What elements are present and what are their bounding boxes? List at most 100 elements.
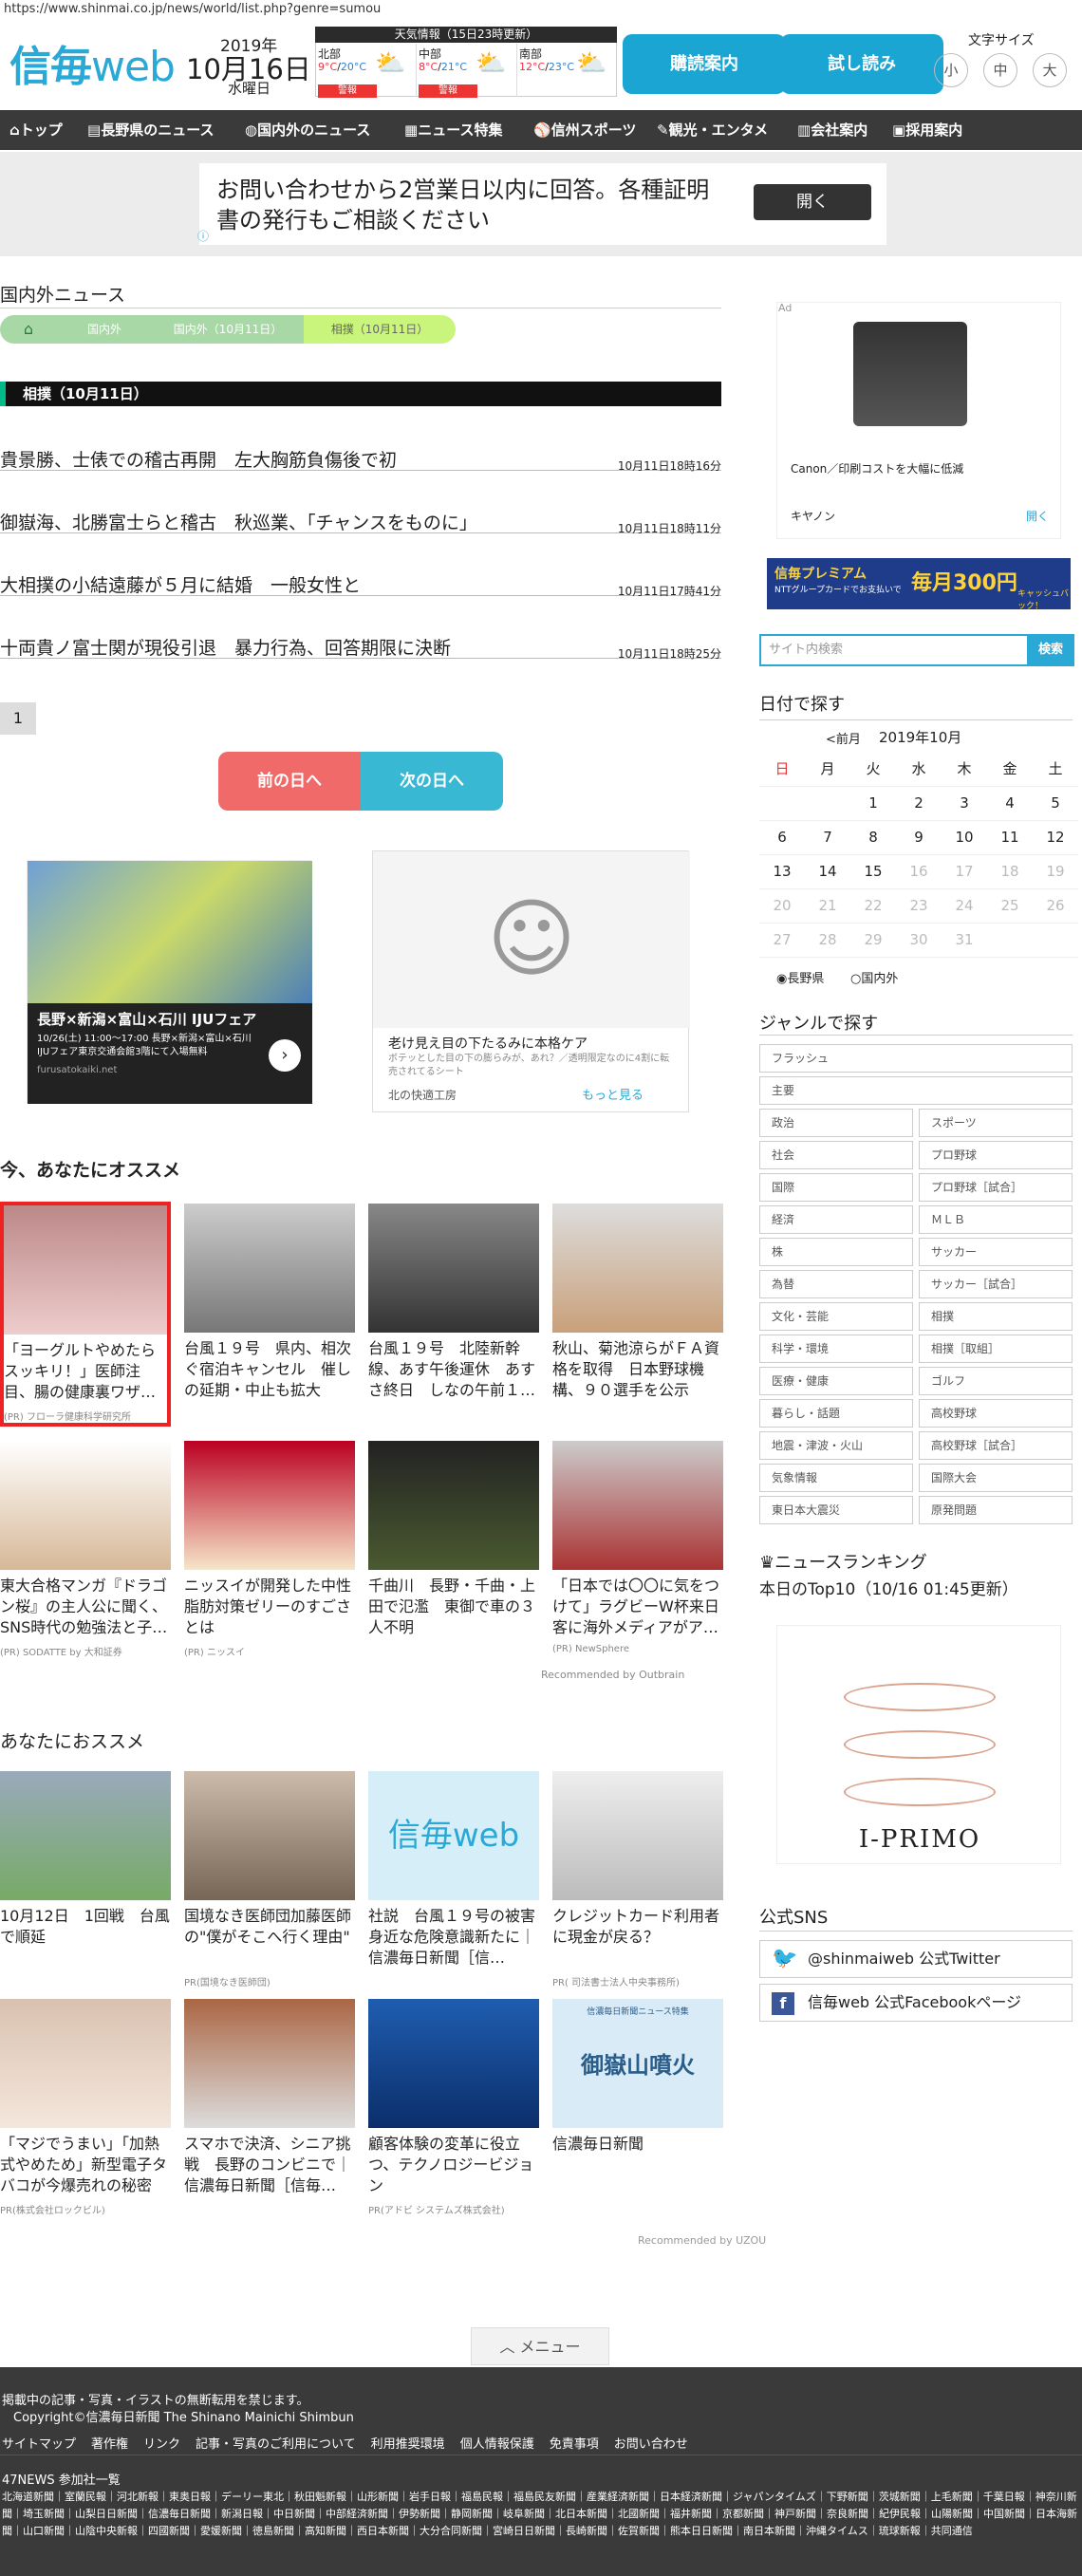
breadcrumb-world-date[interactable]: 国内外（10月11日） [152, 315, 304, 344]
genre-item[interactable]: 相撲［取組］ [919, 1335, 1073, 1363]
calendar-day[interactable]: 14 [805, 854, 850, 889]
recommend2-card[interactable]: 信濃毎日新聞ニュース特集 御嶽山噴火 信濃毎日新聞 [552, 1999, 723, 2200]
genre-item[interactable]: フラッシュ [759, 1044, 1073, 1073]
genre-item[interactable]: プロ野球 [919, 1141, 1073, 1169]
calendar-day[interactable]: 10 [942, 820, 987, 855]
nav-nagano-news[interactable]: ▤長野県のニュース [87, 110, 214, 150]
footer-link[interactable]: 利用推奨環境 [371, 2437, 445, 2452]
adchoices-icon[interactable]: ⓘ [197, 228, 209, 244]
ad-face-care[interactable]: ☺ 老け見え目の下たるみに本格ケア ボテッとした目の下の膨らみが、あれ？／透明限… [372, 850, 690, 1112]
ranking-ad[interactable]: I-PRIMO [776, 1625, 1061, 1864]
genre-item[interactable]: 原発問題 [919, 1496, 1073, 1524]
side-ad-open[interactable]: 開く [1026, 508, 1049, 524]
recommend2-card[interactable]: 10月12日 1回戦 台風で順延 [0, 1771, 171, 1972]
calendar-day[interactable]: 5 [1033, 786, 1078, 821]
footer-link[interactable]: リンク [143, 2437, 180, 2452]
search-input[interactable]: サイト内検索 [759, 634, 1029, 666]
genre-item[interactable]: プロ野球［試合］ [919, 1173, 1073, 1202]
genre-item[interactable]: 暮らし・話題 [759, 1399, 913, 1428]
font-medium-button[interactable]: 中 [983, 53, 1017, 87]
search-button[interactable]: 検索 [1027, 634, 1074, 666]
calendar-day[interactable]: 6 [759, 820, 805, 855]
side-ad-premium[interactable]: 信毎プレミアム NTTグループカードでお支払いで 毎月300円 キャッシュバック… [767, 558, 1071, 611]
genre-item[interactable]: 政治 [759, 1109, 913, 1137]
calendar-day[interactable]: 1 [850, 786, 896, 821]
facebook-link[interactable]: f 信毎web 公式Facebookページ [759, 1984, 1073, 2022]
ad-more-link[interactable]: もっと見る [582, 1085, 644, 1103]
recommend-card[interactable]: 秋山、菊池涼らがＦＡ資格を取得 日本野球機構、９０選手を公示 [552, 1204, 723, 1405]
prev-day-button[interactable]: 前の日へ [218, 752, 361, 811]
genre-item[interactable]: スポーツ [919, 1109, 1073, 1137]
nav-sports[interactable]: ⚾信州スポーツ [533, 110, 636, 150]
genre-item[interactable]: 株 [759, 1238, 913, 1266]
nav-recruit[interactable]: ▣採用案内 [892, 110, 962, 150]
nav-tourism[interactable]: ✎観光・エンタメ [657, 110, 768, 150]
recommend-card[interactable]: 台風１９号 県内、相次ぐ宿泊キャンセル 催しの延期・中止も拡大 [184, 1204, 355, 1405]
genre-item[interactable]: ＭＬＢ [919, 1205, 1073, 1234]
genre-item[interactable]: 相撲 [919, 1302, 1073, 1331]
nav-features[interactable]: ▦ニュース特集 [404, 110, 502, 150]
uzou-credit[interactable]: Recommended by UZOU [638, 2234, 766, 2247]
genre-item[interactable]: 経済 [759, 1205, 913, 1234]
genre-item[interactable]: ゴルフ [919, 1367, 1073, 1395]
genre-item[interactable]: 科学・環境 [759, 1335, 913, 1363]
genre-item[interactable]: サッカー [919, 1238, 1073, 1266]
recommend-card[interactable]: 「ヨーグルトやめたらスッキリ！」医師注目、腸の健康裏ワザ… (PR) フローラ健… [0, 1202, 171, 1427]
menu-button[interactable]: ︿ メニュー [471, 2327, 609, 2365]
next-day-button[interactable]: 次の日へ [361, 752, 503, 811]
footer-link[interactable]: 記事・写真のご利用について [196, 2437, 356, 2452]
genre-item[interactable]: 気象情報 [759, 1464, 913, 1492]
calendar-radio-nagano[interactable]: ◉長野県 [776, 968, 824, 986]
calendar-day[interactable]: 19 [1033, 854, 1078, 889]
page-number[interactable]: 1 [0, 702, 36, 735]
side-ad-canon[interactable]: Canon／印刷コストを大幅に低減 キヤノン 開く [776, 302, 1061, 539]
nav-world-news[interactable]: ◍国内外のニュース [245, 110, 370, 150]
calendar-day[interactable]: 17 [942, 854, 987, 889]
top-ad-open-button[interactable]: 開く [754, 184, 871, 220]
recommend2-card[interactable]: スマホで決済、シニア挑戦 長野のコンビニで｜信濃毎日新聞［信毎… [184, 1999, 355, 2200]
site-logo[interactable]: 信毎web [9, 32, 176, 93]
ad-iju-fair[interactable]: 長野×新潟×富山×石川 IJUフェア 10/26(土) 11:00〜17:00 … [27, 860, 312, 1104]
partner-papers[interactable]: 北海道新聞｜室蘭民報｜河北新報｜東奥日報｜デーリー東北｜秋田魁新報｜山形新聞｜岩… [2, 2489, 1080, 2540]
recommend2-card[interactable]: 信毎web 社説 台風１９号の被害 身近な危険意識新たに｜信濃毎日新聞［信… [368, 1771, 539, 1972]
calendar-day[interactable]: 8 [850, 820, 896, 855]
genre-item[interactable]: 地震・津波・火山 [759, 1431, 913, 1460]
nav-top[interactable]: ⌂トップ [9, 110, 63, 150]
article-item[interactable]: 十両貴ノ富士関が現役引退 暴力行為、回答期限に決断 10月11日18時25分 [0, 634, 721, 661]
outbrain-credit[interactable]: Recommended by Outbrain [541, 1669, 684, 1681]
font-small-button[interactable]: 小 [934, 53, 968, 87]
recommend2-card[interactable]: クレジットカード利用者に現金が戻る？ PR( 司法書士法人中央事務所) [552, 1771, 723, 1988]
genre-item[interactable]: 社会 [759, 1141, 913, 1169]
calendar-radio-world[interactable]: ○国内外 [850, 968, 898, 986]
recommend-card[interactable]: 東大合格マンガ『ドラゴン桜』の主人公に聞く、SNS時代の勉強法と子… (PR) … [0, 1441, 171, 1658]
calendar-prev-month[interactable]: <前月 [826, 729, 861, 747]
trial-button[interactable]: 試し読み [780, 34, 943, 94]
twitter-link[interactable]: 🐦 @shinmaiweb 公式Twitter [759, 1940, 1073, 1978]
calendar-day[interactable]: 12 [1033, 820, 1078, 855]
recommend-card[interactable]: 台風１９号 北陸新幹線、あす午後運休 あすさ終日 しなの午前１… [368, 1204, 539, 1405]
recommend-card[interactable]: ニッスイが開発した中性脂肪対策ゼリーのすごさとは (PR) ニッスイ [184, 1441, 355, 1658]
weather-north[interactable]: 北部 9°C/20°C ⛅ 警報 [316, 44, 417, 98]
genre-item[interactable]: 医療・健康 [759, 1367, 913, 1395]
nav-company[interactable]: ▥会社案内 [797, 110, 867, 150]
subscribe-button[interactable]: 購読案内 [623, 34, 786, 94]
recommend-card[interactable]: 「日本では〇〇に気をつけて」ラグビーW杯来日客に海外メディアがア… (PR) N… [552, 1441, 723, 1654]
font-large-button[interactable]: 大 [1033, 53, 1067, 87]
footer-link[interactable]: 個人情報保護 [460, 2437, 534, 2452]
calendar-day[interactable]: 4 [987, 786, 1033, 821]
weather-central[interactable]: 中部 8°C/21°C ⛅ 警報 [417, 44, 517, 98]
calendar-day[interactable]: 13 [759, 854, 805, 889]
calendar-day[interactable]: 18 [987, 854, 1033, 889]
calendar-day[interactable]: 16 [896, 854, 942, 889]
recommend2-card[interactable]: 「マジでうまい」「加熱式やめため」新型電子タバコが今爆売れの秘密 PR(株式会社… [0, 1999, 171, 2216]
genre-item[interactable]: 東日本大震災 [759, 1496, 913, 1524]
footer-link[interactable]: 著作権 [91, 2437, 128, 2452]
genre-item[interactable]: 高校野球 [919, 1399, 1073, 1428]
footer-link[interactable]: サイトマップ [2, 2437, 76, 2452]
article-item[interactable]: 御嶽海、北勝富士らと稽古 秋巡業、「チャンスをものに」 10月11日18時11分 [0, 509, 721, 535]
genre-item[interactable]: 文化・芸能 [759, 1302, 913, 1331]
recommend2-card[interactable]: 国境なき医師団加藤医師の"僕がそこへ行く理由" PR(国境なき医師団) [184, 1771, 355, 1988]
genre-item[interactable]: 為替 [759, 1270, 913, 1298]
calendar-day[interactable]: 7 [805, 820, 850, 855]
genre-item[interactable]: 国際大会 [919, 1464, 1073, 1492]
